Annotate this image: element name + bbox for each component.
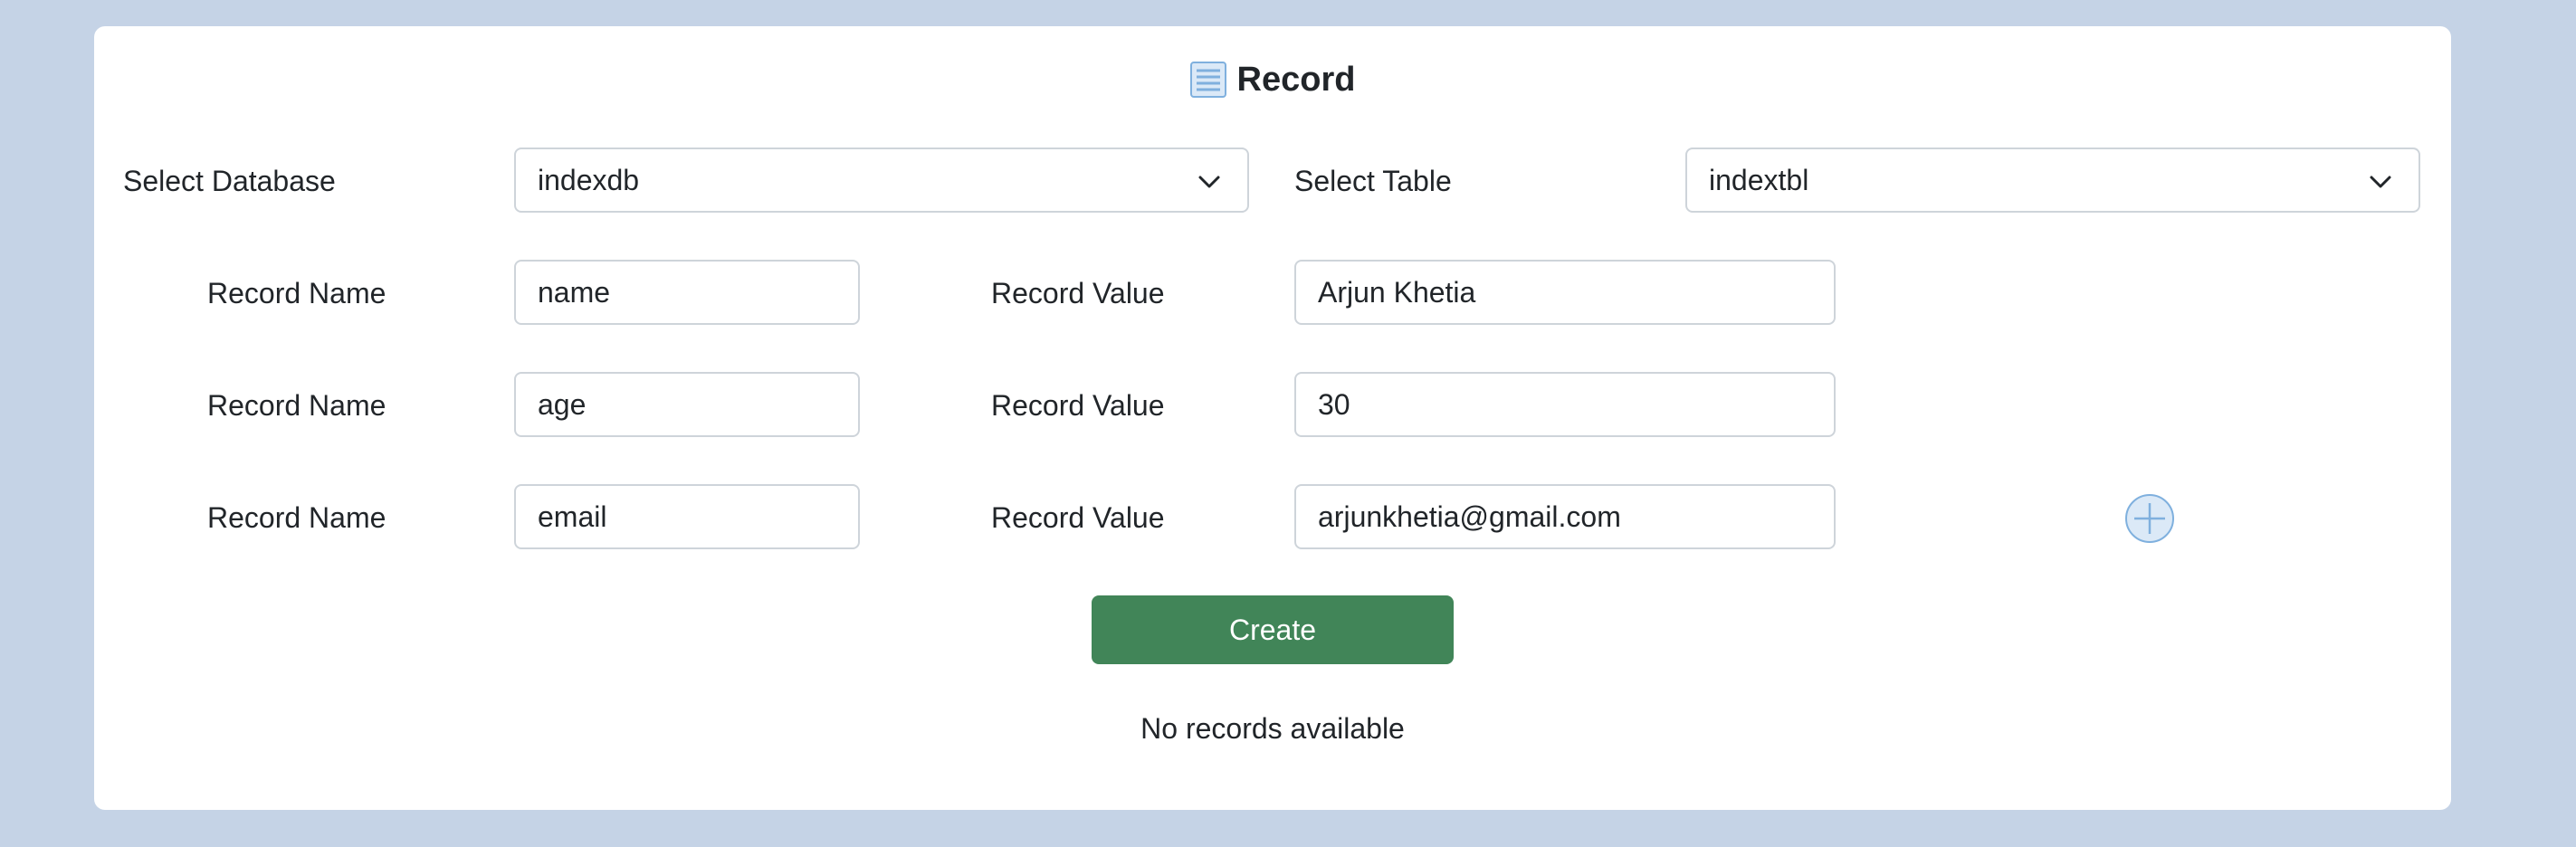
select-table-label: Select Table — [1294, 165, 1452, 197]
record-name-input[interactable] — [514, 372, 860, 437]
plus-circle-icon[interactable] — [2124, 493, 2175, 544]
empty-records-message: No records available — [1140, 712, 1405, 745]
record-value-input[interactable] — [1294, 372, 1836, 437]
record-value-input[interactable] — [1294, 260, 1836, 325]
record-name-input[interactable] — [514, 260, 860, 325]
chevron-down-icon — [1198, 176, 1220, 188]
list-document-icon — [1189, 62, 1226, 98]
record-value-label: Record Value — [991, 277, 1165, 309]
record-value-label: Record Value — [991, 389, 1165, 422]
chevron-down-icon — [2370, 176, 2391, 188]
page-header: Record — [94, 52, 2451, 107]
table-select[interactable]: indextbl — [1685, 148, 2420, 213]
record-value-input[interactable] — [1294, 484, 1836, 549]
database-select-value: indexdb — [538, 163, 640, 196]
record-name-label: Record Name — [207, 277, 386, 309]
database-select[interactable]: indexdb — [514, 148, 1249, 213]
record-name-input[interactable] — [514, 484, 860, 549]
record-value-label: Record Value — [991, 501, 1165, 534]
record-card: Record Select Database indexdb Select Ta… — [94, 26, 2451, 810]
create-button[interactable]: Create — [1092, 595, 1454, 664]
record-name-label: Record Name — [207, 389, 386, 422]
page-title: Record — [1236, 60, 1356, 99]
record-name-label: Record Name — [207, 501, 386, 534]
table-select-value: indextbl — [1709, 163, 1809, 196]
select-database-label: Select Database — [123, 165, 336, 197]
